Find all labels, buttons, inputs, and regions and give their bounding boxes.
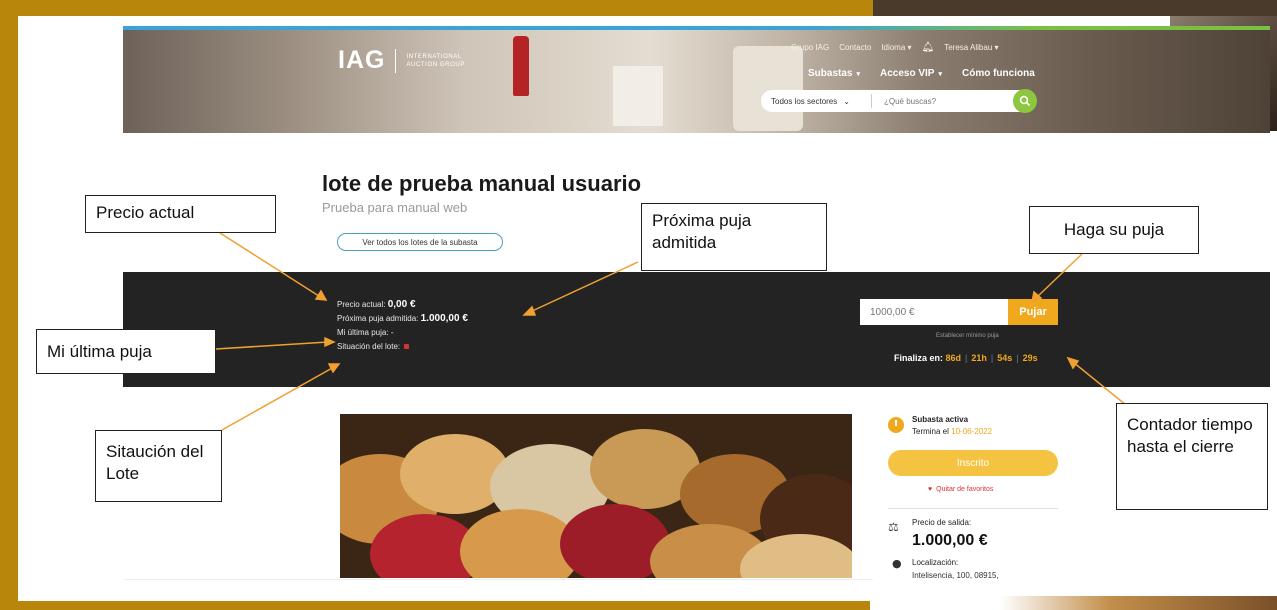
registered-button[interactable]: Inscrito xyxy=(888,450,1058,476)
view-all-lots-button[interactable]: Ver todos los lotes de la subasta xyxy=(337,233,503,251)
background-photo-bottom xyxy=(1000,596,1277,610)
countdown-separator: | xyxy=(965,353,968,363)
header-photo-decor xyxy=(733,46,803,131)
heart-icon: ♥ xyxy=(928,486,933,493)
auction-end-label: Termina el xyxy=(912,427,949,436)
frame-top-right xyxy=(873,0,1277,16)
countdown-minutes: 54s xyxy=(997,353,1013,363)
countdown: Finaliza en: 86d | 21h | 54s | 29s xyxy=(894,353,1038,363)
logo-subtitle-line: Auction Group xyxy=(406,61,465,68)
frame-inner-rule xyxy=(18,16,873,20)
bid-amount-input[interactable] xyxy=(860,299,1008,325)
nav-subastas[interactable]: Subastas ▾ xyxy=(808,68,860,79)
current-price-row: Precio actual: 0,00 € xyxy=(337,298,468,312)
topnav-grupo-iag[interactable]: Grupo IAG xyxy=(791,43,829,52)
bid-band xyxy=(123,272,1270,387)
location-label: Localización: xyxy=(912,558,959,567)
auction-end-value: 10-06-2022 xyxy=(951,427,993,436)
bell-icon[interactable]: 🔔︎ xyxy=(922,42,935,53)
next-bid-row: Próxima puja admitida: 1.000,00 € xyxy=(337,312,468,326)
current-price-value: 0,00 € xyxy=(387,299,416,310)
remove-favorite-label: Quitar de favoritos xyxy=(936,486,994,493)
countdown-label: Finaliza en: xyxy=(894,353,944,363)
next-bid-label: Próxima puja admitida: xyxy=(337,314,419,323)
callout-mi-ultima: Mi última puja xyxy=(36,329,216,374)
top-nav: Grupo IAG Contacto Idioma ▾ 🔔︎ Teresa Al… xyxy=(791,42,999,53)
header-photo-decor xyxy=(613,66,663,126)
chevron-down-icon: ▾ xyxy=(938,71,942,78)
nav-como-funciona[interactable]: Cómo funciona xyxy=(962,68,1035,79)
start-price-label: Precio de salida: xyxy=(912,518,972,527)
clock-icon xyxy=(888,417,904,433)
bid-button[interactable]: Pujar xyxy=(1008,299,1058,325)
last-bid-row: Mi última puja: - xyxy=(337,326,468,340)
nav-acceso-vip-label: Acceso VIP xyxy=(879,68,935,79)
countdown-hours: 21h xyxy=(971,353,987,363)
topnav-idioma[interactable]: Idioma ▾ xyxy=(881,43,911,52)
main-nav: Subastas ▾ Acceso VIP ▾ Cómo funciona xyxy=(808,68,1035,79)
bid-info: Precio actual: 0,00 € Próxima puja admit… xyxy=(337,298,468,354)
countdown-seconds: 29s xyxy=(1022,353,1038,363)
location-pin-icon: ● xyxy=(892,557,902,570)
search-input[interactable] xyxy=(872,96,1036,106)
callout-situacion: Sitaución del Lote xyxy=(95,430,222,502)
lot-status-label: Situación del lote: xyxy=(337,342,401,351)
location-value: Intelisencia, 100, 08915, xyxy=(912,571,999,580)
auction-status: Subasta activa xyxy=(912,415,969,424)
content-divider xyxy=(123,579,873,580)
set-minimum-bid-link[interactable]: Establecer mínimo puja xyxy=(936,333,999,339)
panel-divider xyxy=(888,508,1058,509)
lot-title: lote de prueba manual usuario xyxy=(322,171,642,196)
callout-haga-puja: Haga su puja xyxy=(1029,206,1199,254)
topnav-user-menu[interactable]: Teresa Alibau ▾ xyxy=(944,43,998,52)
countdown-separator: | xyxy=(990,353,994,363)
topnav-contacto[interactable]: Contacto xyxy=(839,43,871,52)
lot-status-row: Situación del lote: xyxy=(337,340,468,354)
site-header: IAG International Auction Group Grupo IA… xyxy=(123,26,1270,133)
callout-proxima-puja: Próxima puja admitida xyxy=(641,203,827,271)
remove-favorite-link[interactable]: ♥ Quitar de favoritos xyxy=(928,486,993,493)
next-bid-value: 1.000,00 € xyxy=(420,313,468,324)
search-bar: Todos los sectores ⌄ xyxy=(761,89,1037,113)
lot-subtitle: Prueba para manual web xyxy=(322,200,468,215)
header-photo-decor xyxy=(513,36,529,96)
callout-precio-actual: Precio actual xyxy=(85,195,276,233)
logo-divider xyxy=(395,48,397,73)
callout-contador: Contador tiempo hasta el cierre xyxy=(1116,403,1268,510)
logo-subtitle-line: International xyxy=(406,53,462,60)
search-icon xyxy=(1019,95,1031,107)
lot-status-indicator xyxy=(404,344,410,350)
search-button[interactable] xyxy=(1013,89,1037,113)
logo-subtitle: International Auction Group xyxy=(406,53,464,69)
frame-bottom xyxy=(0,601,870,610)
last-bid-label: Mi última puja: xyxy=(337,328,389,337)
countdown-separator: | xyxy=(1016,353,1019,363)
nav-subastas-label: Subastas xyxy=(808,68,853,79)
iag-logo[interactable]: IAG International Auction Group xyxy=(338,46,465,75)
chevron-down-icon: ⌄ xyxy=(843,96,850,106)
countdown-days: 86d xyxy=(945,353,962,363)
chevron-down-icon: ▾ xyxy=(856,71,860,78)
lot-photo[interactable] xyxy=(340,414,852,578)
sector-select-label: Todos los sectores xyxy=(771,96,838,106)
frame-left xyxy=(0,0,18,610)
gavel-icon: ⚖ xyxy=(888,520,899,534)
start-price-value: 1.000,00 € xyxy=(912,532,988,549)
logo-mark: IAG xyxy=(338,46,386,74)
auction-end-date: Termina el 10-06-2022 xyxy=(912,427,992,436)
nav-acceso-vip[interactable]: Acceso VIP ▾ xyxy=(880,68,942,79)
last-bid-value: - xyxy=(390,328,394,337)
current-price-label: Precio actual: xyxy=(337,300,386,309)
sector-select[interactable]: Todos los sectores ⌄ xyxy=(761,97,871,106)
header-color-stripe xyxy=(123,26,1270,30)
